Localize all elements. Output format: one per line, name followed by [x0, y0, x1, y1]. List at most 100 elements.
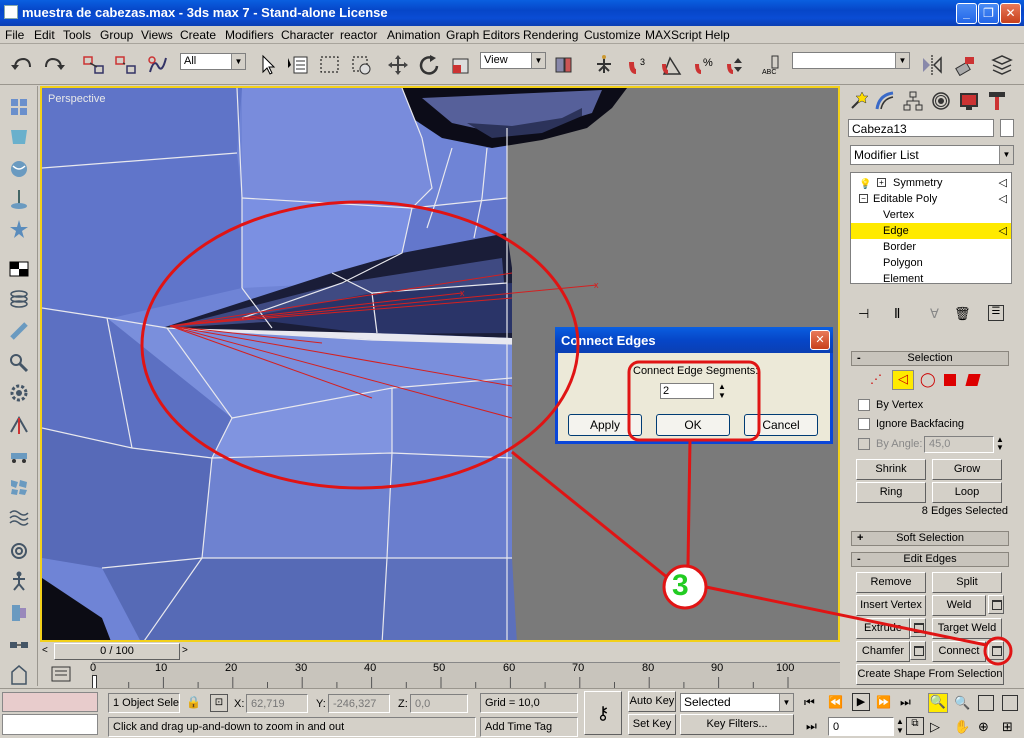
menu-animation[interactable]: Animation	[387, 28, 440, 42]
motion-tab-icon[interactable]	[930, 90, 952, 112]
zoom-extents-icon[interactable]	[978, 695, 994, 711]
zoom-all-icon[interactable]: 🔍	[954, 695, 970, 711]
rope-collection-icon[interactable]	[8, 188, 30, 210]
go-to-start-icon[interactable]: ⏮	[804, 695, 815, 710]
collapse-icon[interactable]: −	[859, 194, 868, 203]
shrink-button[interactable]: Shrink	[856, 459, 926, 480]
next-frame-button-icon[interactable]: ⏩	[876, 695, 891, 709]
create-spring-icon[interactable]	[8, 288, 30, 310]
pivot-center-icon[interactable]	[552, 54, 576, 76]
edge-mode-icon[interactable]: ◁	[892, 370, 914, 390]
create-point-to-point-icon[interactable]	[8, 634, 30, 656]
cancel-button[interactable]: Cancel	[744, 414, 818, 436]
move-icon[interactable]	[386, 54, 410, 76]
track-ruler[interactable]: 0 10 20 30 40 50 60 70 80 90 100	[90, 662, 840, 689]
stack-item-polygon[interactable]: Polygon	[851, 255, 1011, 271]
prev-frame-icon[interactable]: <	[42, 645, 48, 656]
weld-button[interactable]: Weld	[932, 595, 986, 616]
stack-item-symmetry[interactable]: 💡 + Symmetry ◁	[851, 175, 1011, 191]
ok-button[interactable]: OK	[656, 414, 730, 436]
open-mini-curve-editor-icon[interactable]	[50, 665, 72, 683]
time-slider[interactable]: < 0 / 100 >	[40, 642, 840, 662]
select-and-link-icon[interactable]	[82, 54, 106, 76]
menu-views[interactable]: Views	[141, 28, 173, 42]
menu-graph-editors[interactable]: Graph Editors	[446, 28, 520, 42]
extrude-settings-icon[interactable]	[910, 618, 926, 637]
select-by-name-icon[interactable]	[286, 54, 310, 76]
maximize-viewport-icon[interactable]: ⊞	[1002, 719, 1013, 735]
dialog-close-button[interactable]: ✕	[810, 330, 830, 350]
connect-settings-icon[interactable]	[988, 641, 1004, 660]
zoom-extents-all-icon[interactable]	[1002, 695, 1018, 711]
chamfer-settings-icon[interactable]	[910, 641, 926, 660]
create-constraint-solver-icon[interactable]	[8, 540, 30, 562]
menu-reactor[interactable]: reactor	[340, 28, 377, 42]
menu-customize[interactable]: Customize	[584, 28, 641, 42]
absolute-mode-icon[interactable]: ⊡	[210, 694, 228, 712]
utilities-tab-icon[interactable]	[986, 90, 1008, 112]
maxscript-input-mini[interactable]	[2, 714, 98, 735]
create-dashpot-icon[interactable]	[8, 320, 30, 342]
angle-snap-icon[interactable]	[660, 54, 684, 76]
current-frame-field[interactable]: 0	[828, 717, 894, 736]
stack-item-border[interactable]: Border	[851, 239, 1011, 255]
element-mode-icon[interactable]	[965, 374, 981, 386]
edit-edges-rollout-header[interactable]: - Edit Edges	[851, 552, 1009, 567]
redo-icon[interactable]	[42, 54, 66, 76]
time-configuration-icon[interactable]: ⧉	[906, 717, 924, 735]
key-filters-button[interactable]: Key Filters...	[680, 714, 794, 735]
close-button[interactable]: ✕	[1000, 3, 1021, 24]
create-wind-icon[interactable]	[8, 414, 30, 436]
weld-settings-icon[interactable]	[988, 595, 1004, 614]
remove-button[interactable]: Remove	[856, 572, 926, 593]
scale-icon[interactable]	[450, 54, 474, 76]
key-mode-toggle-icon[interactable]: ⏭	[806, 719, 817, 734]
gear-icon[interactable]	[8, 382, 30, 404]
play-icon[interactable]: ▶	[852, 693, 870, 711]
select-and-manipulate-icon[interactable]	[592, 54, 616, 76]
configure-modifier-sets-icon[interactable]: ☰	[988, 305, 1004, 321]
hierarchy-tab-icon[interactable]	[902, 90, 924, 112]
menu-edit[interactable]: Edit	[34, 28, 55, 42]
go-to-end-icon[interactable]: ⏭	[900, 695, 911, 710]
reference-coordinate-dropdown[interactable]: View ▼	[480, 52, 546, 69]
insert-vertex-button[interactable]: Insert Vertex	[856, 595, 926, 616]
dialog-title-bar[interactable]: Connect Edges ✕	[555, 327, 833, 353]
snap-3d-icon[interactable]: 3	[626, 54, 650, 76]
rotate-icon[interactable]	[418, 54, 442, 76]
add-time-tag-button[interactable]: Add Time Tag	[480, 717, 578, 737]
key-mode-dropdown[interactable]: Selected ▼	[680, 693, 794, 712]
field-of-view-icon[interactable]: ▷	[930, 719, 940, 735]
bind-to-space-warp-icon[interactable]	[146, 54, 170, 76]
show-end-result-icon[interactable]: Ⅱ	[894, 306, 900, 322]
menu-rendering[interactable]: Rendering	[523, 28, 578, 42]
undo-icon[interactable]	[10, 54, 34, 76]
pin-stack-icon[interactable]: ⊣	[858, 306, 869, 322]
soft-body-collection-icon[interactable]	[8, 158, 30, 180]
create-shape-from-selection-button[interactable]: Create Shape From Selection	[856, 664, 1004, 685]
maxscript-listener-mini[interactable]	[2, 692, 98, 712]
create-fracture-icon[interactable]	[8, 476, 30, 498]
edit-named-selection-icon[interactable]: ABC	[762, 54, 786, 76]
stack-item-edge[interactable]: Edge ◁	[851, 223, 1011, 239]
polygon-mode-icon[interactable]	[944, 374, 956, 386]
object-name-field[interactable]: Cabeza13	[848, 119, 994, 137]
menu-character[interactable]: Character	[281, 28, 334, 42]
remove-modifier-icon[interactable]: 🗑	[954, 306, 971, 322]
segments-spinner-icon[interactable]: ▲ ▼	[718, 382, 726, 400]
menu-maxscript[interactable]: MAXScript	[645, 28, 702, 42]
create-ragdoll-icon[interactable]	[8, 570, 30, 592]
selection-filter-dropdown[interactable]: All ▼	[180, 53, 246, 70]
menu-file[interactable]: File	[5, 28, 24, 42]
set-key-button[interactable]: Set Key	[628, 714, 676, 735]
by-angle-input[interactable]: 45,0	[924, 436, 994, 453]
make-unique-icon[interactable]: ∀	[930, 306, 939, 322]
stack-item-editable-poly[interactable]: − Editable Poly ◁	[851, 191, 1011, 207]
display-tab-icon[interactable]	[958, 90, 980, 112]
expand-icon[interactable]: +	[877, 178, 886, 187]
y-coordinate-field[interactable]: -246,327	[328, 694, 390, 713]
minimize-button[interactable]: _	[956, 3, 977, 24]
create-hinge-icon[interactable]	[8, 602, 30, 624]
object-color-swatch[interactable]	[1000, 119, 1014, 137]
menu-group[interactable]: Group	[100, 28, 133, 42]
